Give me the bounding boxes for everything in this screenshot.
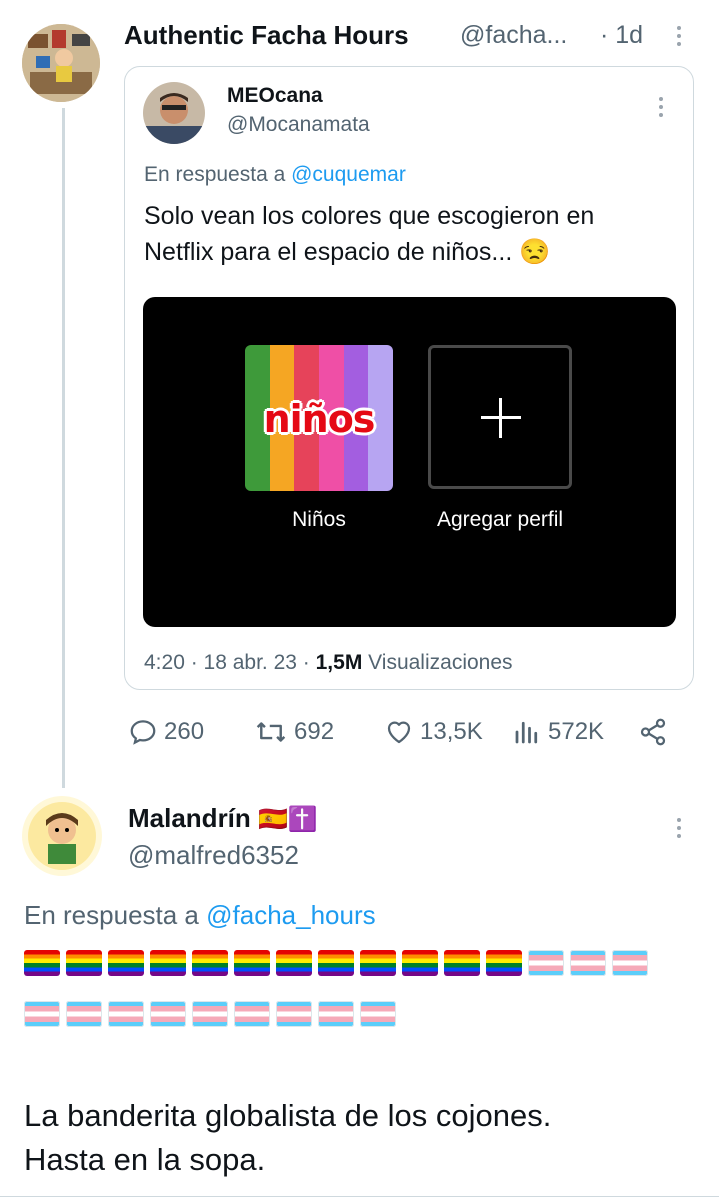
rainbow-flag-icon (192, 950, 228, 976)
quoted-author-handle[interactable]: @Mocanamata (227, 113, 370, 137)
transgender-flag-icon (24, 1001, 60, 1027)
share-icon (640, 718, 666, 746)
quoted-views-count: 1,5M (315, 651, 363, 674)
like-button[interactable]: 13,5K (384, 716, 483, 748)
transgender-flag-icon (318, 1001, 354, 1027)
transgender-flag-icon (360, 1001, 396, 1027)
heart-icon (387, 721, 411, 744)
avatar-image (143, 82, 205, 144)
rainbow-flag-icon (66, 950, 102, 976)
reply-to-link[interactable]: @facha_hours (206, 900, 376, 930)
quoted-tweet-text: Solo vean los colores que escogieron en … (144, 198, 594, 270)
reply-count: 260 (164, 718, 205, 745)
reply-to-link[interactable]: @cuquemar (291, 163, 406, 186)
quoted-text-line1: Solo vean los colores que escogieron en (144, 202, 595, 230)
views-button[interactable]: 572K (512, 716, 604, 748)
rainbow-flag-icon (318, 950, 354, 976)
transgender-flag-icon (528, 950, 564, 976)
thread-line (62, 108, 65, 788)
quoted-reply-context: En respuesta a @cuquemar (144, 163, 406, 187)
share-button[interactable] (638, 716, 668, 748)
avatar-image (22, 24, 100, 102)
flag-row-2 (24, 1001, 402, 1027)
unamused-emoji: 😒 (519, 238, 551, 266)
reply-more-options-icon[interactable] (676, 818, 682, 838)
quoted-timestamp[interactable]: 4:20 · 18 abr. 23 · (144, 651, 310, 674)
rainbow-flag-icon (150, 950, 186, 976)
retweet-count: 692 (294, 718, 335, 745)
reply-text-line2: Hasta en la sopa. (24, 1142, 266, 1177)
add-profile-label: Agregar perfil (436, 508, 564, 531)
avatar-facha-hours[interactable] (22, 24, 100, 102)
rainbow-flag-icon (24, 950, 60, 976)
rainbow-flag-icon (234, 950, 270, 976)
retweet-icon (256, 722, 286, 742)
kids-profile-label: Niños (292, 508, 346, 531)
tweet-author-name[interactable]: Authentic Facha Hours (124, 20, 409, 51)
quoted-text-line2: Netflix para el espacio de niños... (144, 238, 513, 266)
reply-button[interactable]: 260 (128, 716, 204, 748)
transgender-flag-icon (66, 1001, 102, 1027)
rainbow-flag-icon (402, 950, 438, 976)
reply-author-emojis: 🇪🇸✝️ (258, 806, 318, 833)
rainbow-flag-icon (444, 950, 480, 976)
transgender-flag-icon (612, 950, 648, 976)
reply-prefix: En respuesta a (144, 163, 286, 186)
transgender-flag-icon (108, 1001, 144, 1027)
kids-tile-word: niños (263, 397, 376, 441)
rainbow-flag-icon (486, 950, 522, 976)
views-count: 572K (548, 718, 605, 745)
like-count: 13,5K (420, 718, 483, 745)
retweet-button[interactable]: 692 (254, 716, 334, 748)
quoted-media-image[interactable]: niños Niños Agregar perfil (143, 297, 676, 627)
transgender-flag-icon (276, 1001, 312, 1027)
reply-text-line1: La banderita globalista de los cojones. (24, 1098, 552, 1133)
reply-author-row: Malandrín 🇪🇸✝️ (128, 803, 318, 834)
avatar-meocana[interactable] (143, 82, 205, 144)
quoted-views-label: Visualizaciones (368, 651, 513, 674)
views-chart-icon (515, 721, 538, 744)
reply-author-name[interactable]: Malandrín (128, 803, 251, 833)
reply-icon (130, 720, 156, 745)
tweet-author-handle[interactable]: @facha... (460, 21, 567, 50)
tweet-time[interactable]: · 1d (600, 21, 643, 50)
reply-text: La banderita globalista de los cojones. … (24, 1094, 551, 1182)
transgender-flag-icon (570, 950, 606, 976)
rainbow-flag-icon (108, 950, 144, 976)
transgender-flag-icon (150, 1001, 186, 1027)
quoted-meta: 4:20 · 18 abr. 23 · 1,5M Visualizaciones (144, 651, 513, 675)
flag-row-1 (24, 950, 654, 976)
quoted-author-name[interactable]: MEOcana (227, 84, 323, 108)
reply-context: En respuesta a @facha_hours (24, 900, 376, 931)
more-options-icon[interactable] (676, 26, 682, 46)
transgender-flag-icon (192, 1001, 228, 1027)
avatar-image (22, 796, 102, 876)
reply-prefix: En respuesta a (24, 900, 199, 930)
transgender-flag-icon (234, 1001, 270, 1027)
bottom-divider (0, 1196, 719, 1197)
rainbow-flag-icon (276, 950, 312, 976)
quoted-more-options-icon[interactable] (658, 97, 664, 117)
rainbow-flag-icon (360, 950, 396, 976)
avatar-malandrin[interactable] (22, 796, 102, 876)
add-profile-tile[interactable] (428, 345, 572, 489)
reply-author-handle[interactable]: @malfred6352 (128, 840, 299, 871)
